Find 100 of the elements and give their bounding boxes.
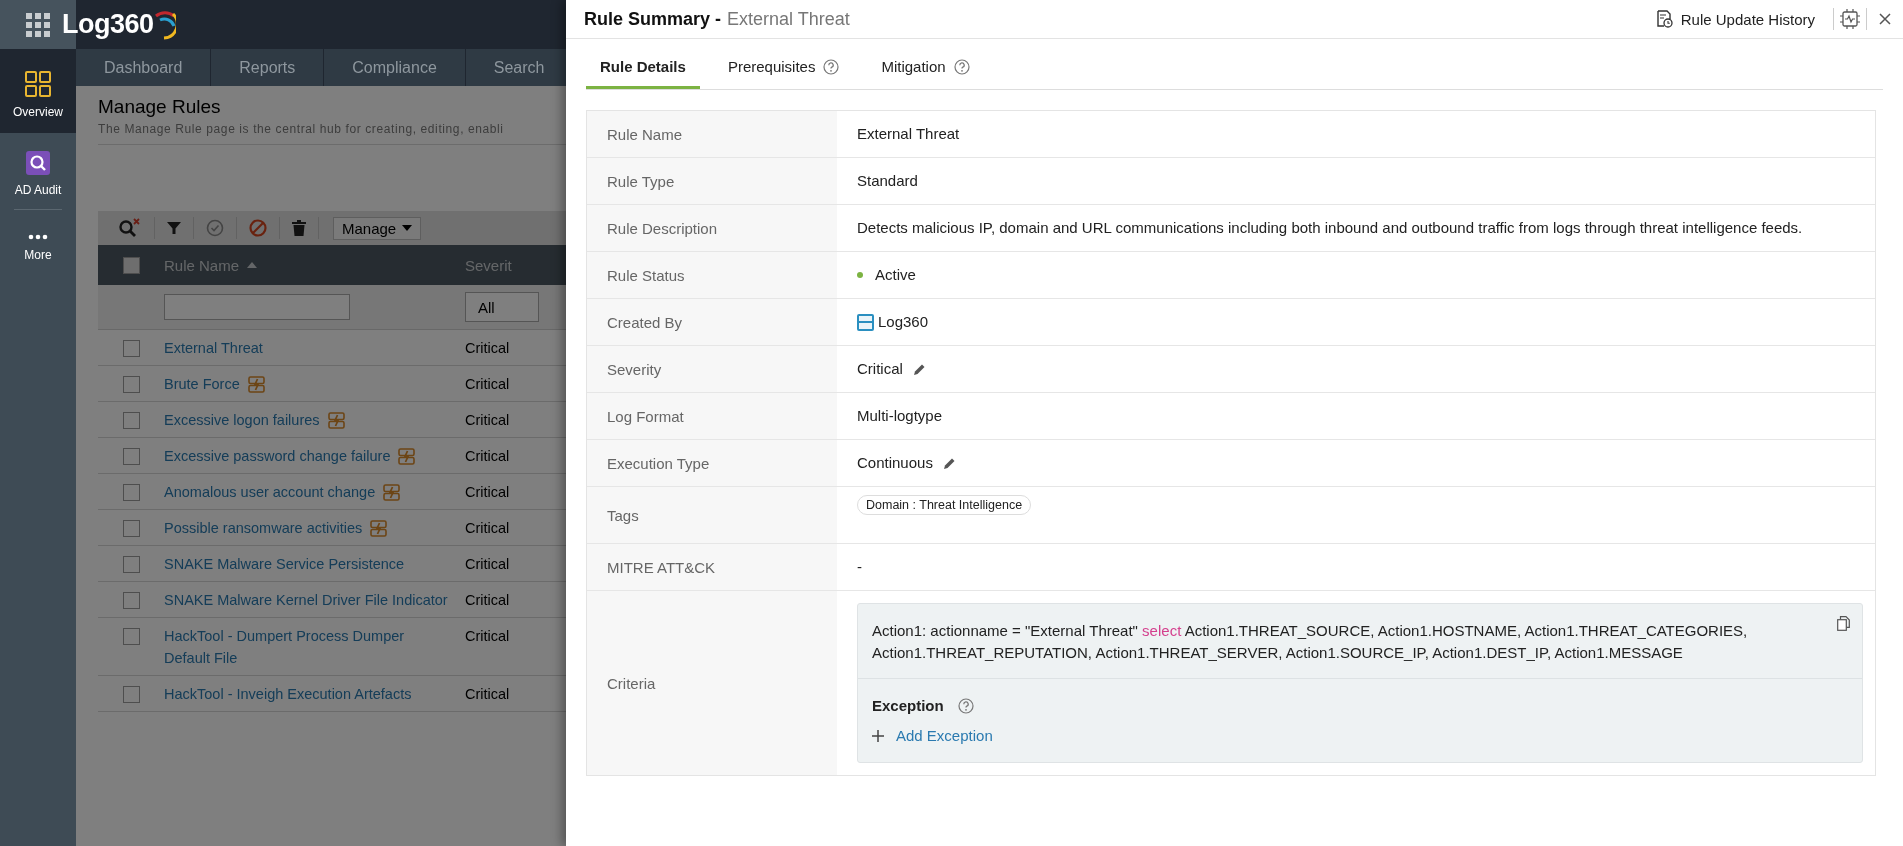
field-value: Detects malicious IP, domain and URL communications including both inbound and outbound traffic from logs through threat intelligence feeds. <box>857 218 1803 238</box>
row-checkbox[interactable] <box>122 628 140 645</box>
lightning-server-icon <box>370 520 388 537</box>
lightning-server-icon <box>247 376 265 393</box>
app-logo: Log360 <box>62 9 176 40</box>
tab[interactable]: Prerequisites <box>713 47 854 89</box>
row-checkbox[interactable] <box>122 340 140 357</box>
field-value: External Threat <box>857 124 960 144</box>
criteria-text: Action1: actionname = "External Threat" select Action1.THREAT_SOURCE, Action1.HOSTNAME, Action1.THREAT_CATEGORIES, Action1.THREAT_REPUTATION, Action1.THREAT_SERVER, Action1.SOURCE_IP, Action1.DEST_IP, Action1.MESSAGE <box>872 622 1748 661</box>
row-checkbox[interactable] <box>122 484 140 501</box>
select-all-checkbox[interactable] <box>122 256 140 274</box>
manage-dropdown[interactable]: Manage <box>333 216 422 240</box>
field-label: Log Format <box>587 393 837 439</box>
help-icon[interactable] <box>953 58 970 75</box>
field-value: Standard <box>857 171 918 191</box>
plus-icon <box>872 729 884 742</box>
tab[interactable]: Mitigation <box>867 47 984 89</box>
status-dot-icon <box>857 272 863 278</box>
sidebar-item[interactable]: More <box>0 216 76 276</box>
field-value: - <box>857 557 862 577</box>
apps-menu-icon[interactable] <box>26 12 50 37</box>
filter-input[interactable] <box>164 294 350 320</box>
field-label: Rule Type <box>587 158 837 204</box>
rule-link[interactable]: Possible ransomware activities <box>164 517 363 539</box>
field-label: Created By <box>587 299 837 345</box>
rule-link[interactable]: Brute Force <box>164 373 240 395</box>
field-label: Rule Description <box>587 205 837 251</box>
chip-pulse-icon[interactable] <box>1840 9 1860 29</box>
field-label: Execution Type <box>587 440 837 486</box>
row-checkbox[interactable] <box>122 412 140 429</box>
copy-icon[interactable] <box>1837 616 1850 631</box>
severity-text: Critical <box>464 591 510 610</box>
field-label: Criteria <box>587 591 837 775</box>
row-checkbox[interactable] <box>122 448 140 465</box>
severity-text: Critical <box>464 555 510 574</box>
rule-link[interactable]: External Threat <box>164 337 263 359</box>
rule-link[interactable]: HackTool - Dumpert Process Dumper Default File <box>164 625 454 669</box>
rule-link[interactable]: HackTool - Inveigh Execution Artefacts <box>164 683 412 705</box>
column-header[interactable]: Rule Name <box>164 256 240 274</box>
severity-filter[interactable]: All <box>465 292 539 322</box>
row-checkbox[interactable] <box>122 686 140 703</box>
close-icon <box>1879 13 1891 25</box>
nav-tab[interactable]: Search <box>465 49 553 86</box>
tab[interactable]: Rule Details <box>586 47 700 89</box>
field-value: Critical <box>857 359 903 379</box>
lightning-server-icon <box>383 484 401 501</box>
field-value: Multi-logtype <box>857 406 943 426</box>
lightning-server-icon <box>327 412 345 429</box>
severity-text: Critical <box>464 339 510 358</box>
field-value: Active <box>875 265 916 285</box>
caret-icon <box>402 225 413 231</box>
field-label: Severity <box>587 346 837 392</box>
field-label: Tags <box>587 487 837 543</box>
lightning-server-icon <box>398 448 416 465</box>
exception-heading: Exception <box>872 696 944 716</box>
page-title: Manage Rules <box>98 96 222 118</box>
rule-link[interactable]: Excessive logon failures <box>164 409 320 431</box>
rule-update-history-button[interactable]: Rule Update History <box>1654 10 1827 28</box>
severity-text: Critical <box>464 685 510 704</box>
help-icon[interactable] <box>823 58 840 75</box>
severity-text: Critical <box>464 483 510 502</box>
close-button[interactable] <box>1877 11 1893 27</box>
search-clear-icon[interactable] <box>118 218 142 238</box>
field-label: Rule Name <box>587 111 837 157</box>
magnifier-icon[interactable] <box>26 151 50 175</box>
severity-text: Critical <box>464 627 510 646</box>
block-icon[interactable] <box>249 219 267 237</box>
row-checkbox[interactable] <box>122 376 140 393</box>
severity-text: Critical <box>464 411 510 430</box>
rule-link[interactable]: SNAKE Malware Service Persistence <box>164 553 405 575</box>
pencil-icon[interactable] <box>912 362 926 376</box>
app-logo-icon <box>857 313 874 331</box>
sidebar-item[interactable]: Overview <box>0 49 76 133</box>
field-value: Log360 <box>878 312 929 332</box>
check-circle-icon[interactable] <box>206 219 224 237</box>
rule-link[interactable]: SNAKE Malware Kernel Driver File Indicator <box>164 589 448 611</box>
tag-chip: Domain : Threat Intelligence <box>857 495 1032 515</box>
drawer-title: Rule Summary - <box>584 8 722 30</box>
rule-link[interactable]: Excessive password change failure <box>164 445 391 467</box>
field-label: Rule Status <box>587 252 837 298</box>
pencil-icon[interactable] <box>942 456 956 470</box>
add-exception-link[interactable]: Add Exception <box>872 727 993 744</box>
severity-text: Critical <box>464 519 510 538</box>
field-label: MITRE ATT&CK <box>587 544 837 590</box>
more-dots-icon[interactable] <box>28 234 48 240</box>
sidebar-item[interactable]: AD Audit <box>0 133 76 209</box>
row-checkbox[interactable] <box>122 520 140 537</box>
severity-text: Critical <box>464 447 510 466</box>
document-clock-icon <box>1654 10 1673 28</box>
field-value: Continuous <box>857 453 933 473</box>
row-checkbox[interactable] <box>122 592 140 609</box>
sort-up-icon[interactable] <box>247 262 258 268</box>
row-checkbox[interactable] <box>122 556 140 573</box>
rule-link[interactable]: Anomalous user account change <box>164 481 376 503</box>
dashboard-grid-icon[interactable] <box>25 71 51 97</box>
filter-icon[interactable] <box>167 221 181 235</box>
column-header[interactable]: Severit <box>454 256 512 274</box>
help-icon[interactable] <box>957 698 974 714</box>
delete-icon[interactable] <box>292 220 306 236</box>
drawer-subtitle: External Threat <box>727 8 850 30</box>
